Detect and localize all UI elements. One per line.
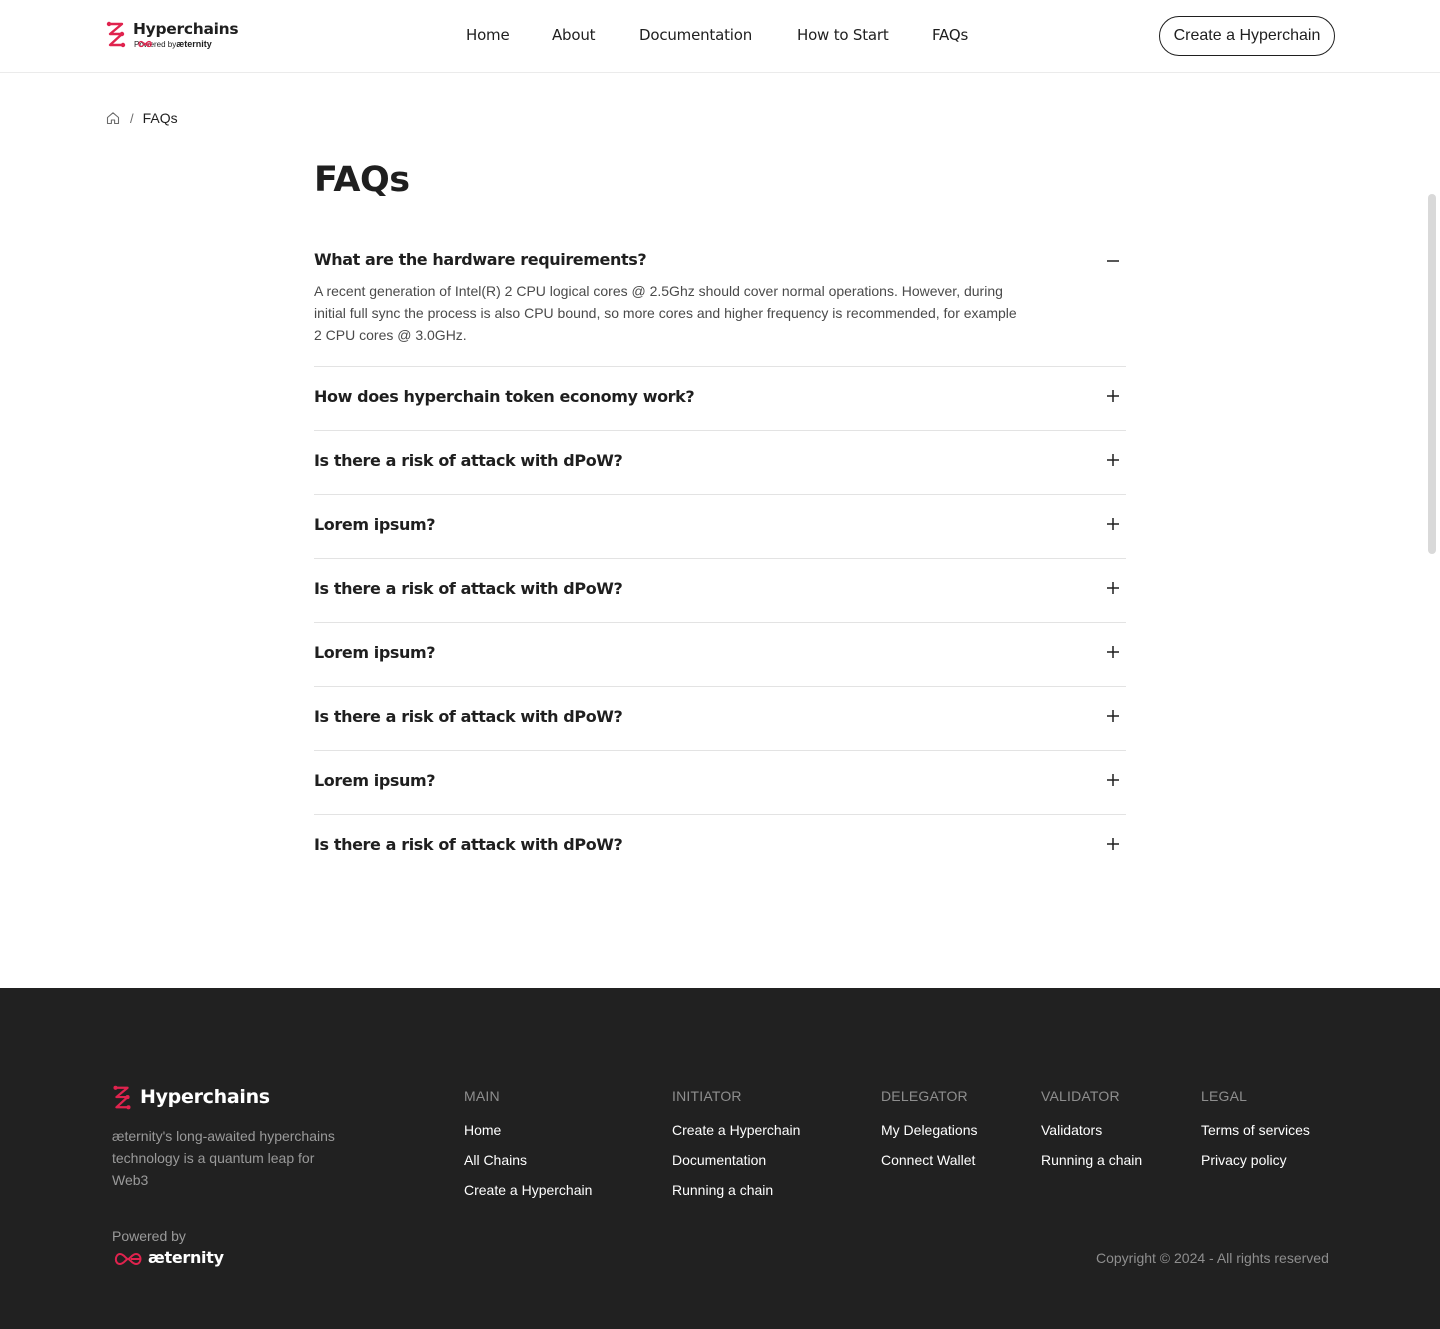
minus-icon[interactable] [1106,254,1120,268]
faq-item[interactable]: What are the hardware requirements? A re… [314,229,1126,367]
hyperchains-logo-icon [106,21,126,48]
footer-link[interactable]: Validators [1041,1122,1142,1152]
plus-icon[interactable] [1106,453,1120,467]
plus-icon[interactable] [1106,389,1120,403]
aeternity-icon [114,1252,142,1266]
footer-col-title: INITIATOR [672,1088,742,1104]
footer-col-main: MAIN Home All Chains Create a Hyperchain [464,1088,592,1212]
footer-col-validator: VALIDATOR Validators Running a chain [1041,1088,1142,1182]
site-header: Hyperchains Powered by æternity Home Abou… [0,0,1440,73]
create-hyperchain-button[interactable]: Create a Hyperchain [1159,16,1335,56]
nav-item-faqs[interactable]: FAQs [932,26,968,44]
plus-icon[interactable] [1106,645,1120,659]
faq-question[interactable]: Lorem ipsum? [314,643,436,662]
faq-answer: A recent generation of Intel(R) 2 CPU lo… [314,283,1017,343]
faq-item[interactable]: Is there a risk of attack with dPoW? [314,431,1126,495]
plus-icon[interactable] [1106,837,1120,851]
faq-item[interactable]: Lorem ipsum? [314,495,1126,559]
faq-item[interactable]: Lorem ipsum? [314,751,1126,815]
nav-item-about[interactable]: About [552,26,596,44]
footer-col-title: LEGAL [1201,1088,1248,1104]
faq-question[interactable]: Is there a risk of attack with dPoW? [314,835,623,854]
footer-col-title: DELEGATOR [881,1088,968,1104]
plus-icon[interactable] [1106,773,1120,787]
footer-link[interactable]: Running a chain [1041,1152,1142,1182]
footer-col-title: VALIDATOR [1041,1088,1120,1104]
footer-link[interactable]: Privacy policy [1201,1152,1310,1182]
footer-logo-title: Hyperchains [140,1086,270,1108]
faq-item[interactable]: How does hyperchain token economy work? [314,367,1126,431]
aeternity-name: æternity [148,1248,224,1267]
nav-item-how-to-start[interactable]: How to Start [797,26,889,44]
faq-question[interactable]: Is there a risk of attack with dPoW? [314,707,623,726]
faq-list: What are the hardware requirements? A re… [314,229,1126,879]
aeternity-icon [138,40,152,48]
footer-link[interactable]: Running a chain [672,1182,800,1212]
footer-col-delegator: DELEGATOR My Delegations Connect Wallet [881,1088,978,1182]
faq-item[interactable]: Lorem ipsum? [314,623,1126,687]
breadcrumb-current: FAQs [142,110,178,126]
faq-question[interactable]: Is there a risk of attack with dPoW? [314,579,623,598]
hyperchains-logo-icon [113,1085,131,1110]
breadcrumb-separator: / [130,110,134,126]
footer-link[interactable]: Documentation [672,1152,800,1182]
faq-question[interactable]: Lorem ipsum? [314,771,436,790]
logo-powered-by: Powered by æternity [134,39,212,49]
plus-icon[interactable] [1106,581,1120,595]
footer-col-legal: LEGAL Terms of services Privacy policy [1201,1088,1310,1182]
faq-item[interactable]: Is there a risk of attack with dPoW? [314,559,1126,623]
faq-question[interactable]: How does hyperchain token economy work? [314,387,695,406]
aeternity-name: æternity [176,39,212,49]
footer-link[interactable]: Connect Wallet [881,1152,978,1182]
footer-link[interactable]: My Delegations [881,1122,978,1152]
faq-question[interactable]: What are the hardware requirements? [314,250,647,269]
faq-question[interactable]: Is there a risk of attack with dPoW? [314,451,623,470]
home-icon[interactable] [106,111,120,125]
site-footer: Hyperchains æternity's long-awaited hype… [0,988,1440,1329]
footer-col-title: MAIN [464,1088,500,1104]
footer-link[interactable]: Terms of services [1201,1122,1310,1152]
faq-item[interactable]: Is there a risk of attack with dPoW? [314,815,1126,879]
logo-title: Hyperchains [133,20,239,38]
scrollbar-thumb[interactable] [1428,194,1436,554]
footer-link[interactable]: Create a Hyperchain [464,1182,592,1212]
footer-link[interactable]: All Chains [464,1152,592,1182]
faq-item[interactable]: Is there a risk of attack with dPoW? [314,687,1126,751]
faq-question[interactable]: Lorem ipsum? [314,515,436,534]
footer-powered-by: Powered by [112,1228,186,1244]
page-title: FAQs [314,160,410,200]
nav-item-documentation[interactable]: Documentation [639,26,752,44]
footer-col-initiator: INITIATOR Create a Hyperchain Documentat… [672,1088,800,1212]
plus-icon[interactable] [1106,709,1120,723]
copyright: Copyright © 2024 - All rights reserved [1096,1250,1329,1266]
hyperchains-logo[interactable]: Hyperchains Powered by æternity [106,20,256,52]
breadcrumb: / FAQs [106,109,178,127]
nav-item-home[interactable]: Home [466,26,510,44]
plus-icon[interactable] [1106,517,1120,531]
footer-tagline: æternity's long-awaited hyperchains tech… [112,1128,335,1188]
footer-link[interactable]: Home [464,1122,592,1152]
footer-link[interactable]: Create a Hyperchain [672,1122,800,1152]
